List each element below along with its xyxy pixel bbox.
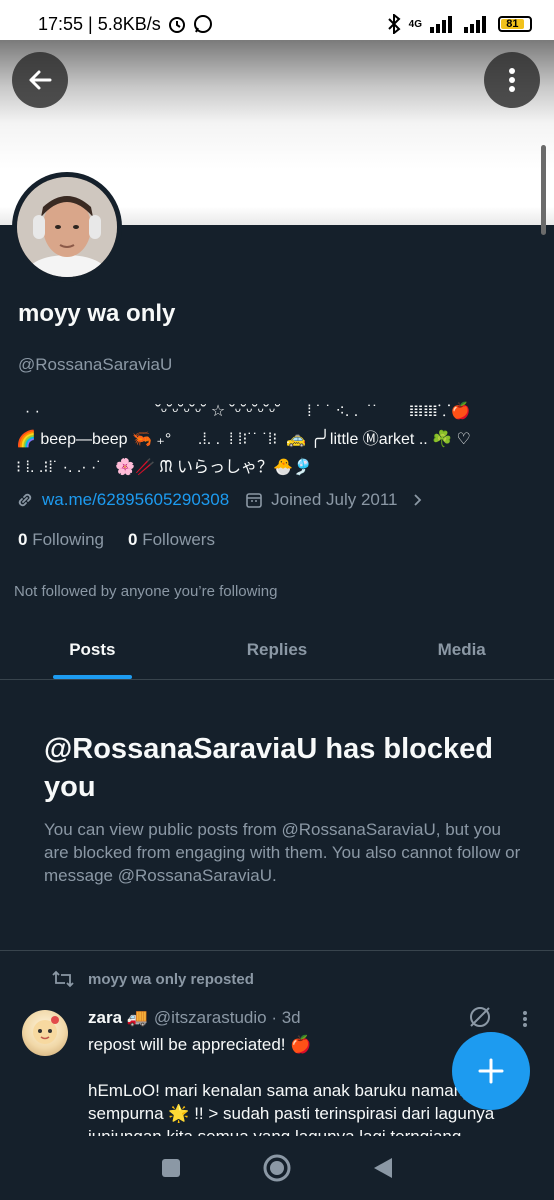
more-vertical-icon xyxy=(509,68,515,92)
avatar xyxy=(17,177,117,277)
divider xyxy=(0,950,554,951)
following-count: 0 xyxy=(18,530,28,549)
post-handle-time: @itszarastudio · 3d xyxy=(153,1008,301,1027)
back-button[interactable] xyxy=(12,52,68,108)
alarm-icon xyxy=(168,17,185,33)
home-icon[interactable] xyxy=(262,1153,292,1183)
blocked-message: You can view public posts from @RossanaS… xyxy=(44,820,521,885)
whatsapp-icon xyxy=(193,15,212,33)
battery-level: 81 xyxy=(501,18,524,30)
back-nav-icon[interactable] xyxy=(372,1156,394,1180)
following-link[interactable]: 0 Following xyxy=(18,530,104,550)
followers-link[interactable]: 0 Followers xyxy=(128,530,215,550)
tab-replies[interactable]: Replies xyxy=(185,620,370,679)
recents-icon[interactable] xyxy=(160,1157,182,1179)
bluetooth-icon xyxy=(387,14,401,34)
network-type: 4G xyxy=(408,18,422,30)
profile-name: moyy wa only xyxy=(18,300,176,327)
scrollbar[interactable] xyxy=(541,145,546,235)
repost-label: moyy wa only reposted xyxy=(88,970,254,988)
post-avatar[interactable] xyxy=(22,1010,68,1056)
profile-handle: @RossanaSaraviaU xyxy=(18,355,173,374)
joined-date: Joined July 2011 xyxy=(271,490,398,509)
follow-counts: 0 Following 0 Followers xyxy=(18,530,215,550)
plus-icon xyxy=(478,1058,504,1084)
avatar-illustration xyxy=(17,177,117,277)
repost-indicator: moyy wa only reposted xyxy=(52,970,254,988)
post-username[interactable]: zara 🚚 xyxy=(88,1008,148,1028)
blocked-title: @RossanaSaraviaU has blocked you xyxy=(44,733,493,803)
profile-avatar[interactable] xyxy=(12,172,122,282)
battery-indicator: 81 xyxy=(498,16,532,32)
link-icon xyxy=(18,493,32,507)
profile-tabs: Posts Replies Media xyxy=(0,620,554,680)
not-followed-note: Not followed by anyone you’re following xyxy=(14,583,278,600)
tab-posts[interactable]: Posts xyxy=(0,620,185,679)
post-header: zara 🚚 @itszarastudio · 3d xyxy=(88,1008,301,1028)
compose-button[interactable] xyxy=(452,1032,530,1110)
post-body: repost will be appreciated! 🍎 hEmLoO! ma… xyxy=(88,1035,495,1141)
post-more-icon[interactable] xyxy=(522,1010,528,1028)
more-options-button[interactable] xyxy=(484,52,540,108)
signal-icon xyxy=(430,16,452,33)
tab-media[interactable]: Media xyxy=(369,620,554,679)
system-nav-bar xyxy=(0,1136,554,1200)
signal-icon-2 xyxy=(464,16,486,33)
followers-count: 0 xyxy=(128,530,138,549)
profile-link[interactable]: wa.me/62895605290308 xyxy=(42,490,229,510)
back-arrow-icon xyxy=(29,70,52,90)
profile-bio: · · ˘ᵕ˘ᵕ˘ᵕ˘ᵕ˘ ☆ ˘ᵕ˘ᵕ˘ᵕ˘ᵕ˘ ⁞ ˙ ˙ ⁖. . ˙˙ … xyxy=(16,403,471,476)
followers-label: Followers xyxy=(142,530,215,549)
profile-meta: wa.me/62895605290308 Joined July 2011 xyxy=(16,490,424,510)
grok-icon[interactable] xyxy=(468,1005,492,1029)
following-label: Following xyxy=(32,530,105,549)
status-left: 17:55 | 5.8KB/s xyxy=(38,14,213,35)
status-time-speed: 17:55 | 5.8KB/s xyxy=(38,13,161,34)
status-right: 4G 81 xyxy=(387,14,532,34)
repost-icon xyxy=(52,970,74,988)
blocked-notice: @RossanaSaraviaU has blocked you You can… xyxy=(44,730,524,887)
calendar-icon xyxy=(246,493,262,508)
post-avatar-illustration xyxy=(33,1016,59,1044)
chevron-right-icon[interactable] xyxy=(410,493,424,507)
